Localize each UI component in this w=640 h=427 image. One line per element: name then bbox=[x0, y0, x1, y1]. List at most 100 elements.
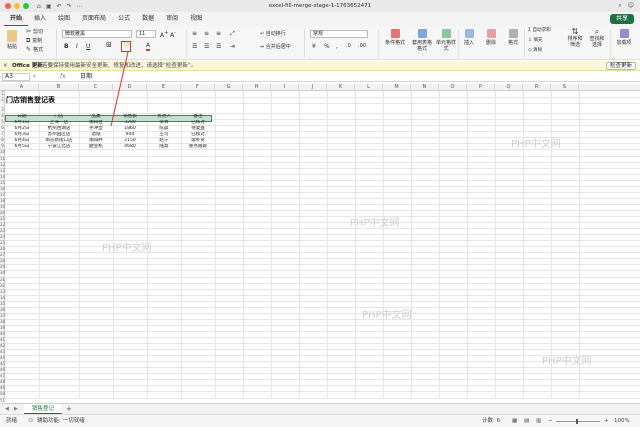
tab-2[interactable]: 绘图 bbox=[52, 12, 76, 26]
increase-decimal-icon[interactable]: .0 bbox=[346, 43, 351, 50]
prev-sheet-icon[interactable]: ◀ bbox=[5, 406, 9, 412]
percent-icon[interactable]: % bbox=[324, 43, 330, 50]
conditional-format-button[interactable]: 条件格式 bbox=[382, 29, 408, 46]
cancel-entry-icon[interactable]: ✕ bbox=[32, 73, 37, 80]
font-name-select[interactable]: 微软雅黑 bbox=[62, 30, 132, 38]
align-middle-icon[interactable]: ≡ bbox=[204, 30, 209, 37]
font-size-select[interactable]: 11 bbox=[136, 30, 156, 38]
table-cell[interactable]: 6月5日 bbox=[5, 144, 39, 150]
minimize-window-button[interactable] bbox=[14, 3, 20, 9]
align-top-icon[interactable]: ≡ bbox=[192, 30, 197, 37]
dismiss-notice-icon[interactable]: ✕ bbox=[3, 61, 8, 71]
column-header-C[interactable]: C bbox=[79, 84, 113, 91]
currency-icon[interactable]: ¥ bbox=[312, 43, 316, 50]
page-break-icon[interactable]: ▥ bbox=[536, 415, 541, 427]
column-header-O[interactable]: O bbox=[439, 84, 467, 91]
name-box[interactable]: A3 bbox=[2, 73, 30, 81]
column-header-R[interactable]: R bbox=[523, 84, 551, 91]
column-header-L[interactable]: L bbox=[355, 84, 383, 91]
delete-button[interactable]: 删除 bbox=[482, 29, 500, 46]
cell-grid[interactable]: 门店销售登记表 日期 门店 品类 销售额 负责人 备注 6月1日 上海一店 咖啡豆 3200 李青已… bbox=[5, 91, 640, 399]
zoom-slider[interactable] bbox=[556, 421, 600, 422]
table-cell[interactable]: 磨豆机 bbox=[79, 144, 113, 150]
next-sheet-icon[interactable]: ▶ bbox=[14, 406, 18, 412]
column-header-J[interactable]: J bbox=[299, 84, 327, 91]
insert-button[interactable]: 插入 bbox=[460, 29, 478, 46]
cell-styles-button[interactable]: 单元格样式 bbox=[436, 29, 456, 52]
home-icon[interactable]: ⌂ bbox=[37, 3, 41, 10]
column-header-P[interactable]: P bbox=[467, 84, 495, 91]
check-updates-button[interactable]: 检查更新 bbox=[605, 62, 636, 70]
column-header-B[interactable]: B bbox=[39, 84, 79, 91]
find-select-button[interactable]: ⌕ 查找和选择 bbox=[588, 28, 606, 49]
border-icon[interactable]: ⊞ bbox=[106, 42, 112, 49]
bold-button[interactable]: B bbox=[64, 43, 69, 50]
increase-font-icon[interactable]: A+ bbox=[160, 30, 168, 39]
save-icon[interactable]: ▣ bbox=[46, 3, 52, 10]
cut-button[interactable]: ✂ 剪切 bbox=[26, 28, 43, 36]
share-button[interactable]: 共享 bbox=[609, 14, 634, 24]
page-layout-icon[interactable]: ▤ bbox=[524, 415, 529, 427]
tab-7[interactable]: 视图 bbox=[184, 12, 208, 26]
table-cell[interactable]: 4680 bbox=[113, 144, 147, 150]
wrap-text-button[interactable]: ↵ 自动换行 bbox=[260, 31, 286, 38]
table-cell[interactable]: 宁波江北店 bbox=[39, 144, 79, 150]
orientation-icon[interactable]: ⤢ bbox=[230, 30, 235, 37]
column-header-Q[interactable]: Q bbox=[495, 84, 523, 91]
table-cell[interactable]: 重点跟踪 bbox=[181, 144, 215, 150]
underline-button[interactable]: U bbox=[86, 43, 90, 50]
tab-1[interactable]: 插入 bbox=[28, 12, 52, 26]
table-cell[interactable]: 陆高 bbox=[147, 144, 181, 150]
clear-button[interactable]: ◇ 清除 bbox=[528, 47, 542, 54]
column-header-I[interactable]: I bbox=[271, 84, 299, 91]
column-header-H[interactable]: H bbox=[243, 84, 271, 91]
tab-0[interactable]: 开始 bbox=[4, 12, 29, 26]
align-left-icon[interactable]: ☰ bbox=[192, 43, 197, 50]
align-center-icon[interactable]: ☰ bbox=[204, 43, 209, 50]
sheet-tab[interactable]: 销售登记 bbox=[24, 404, 63, 414]
tab-4[interactable]: 公式 bbox=[112, 12, 136, 26]
fx-label[interactable]: fx bbox=[60, 72, 66, 82]
account-icon[interactable]: ☺ bbox=[628, 2, 634, 10]
number-format-select[interactable]: 常规 bbox=[310, 30, 368, 38]
add-sheet-icon[interactable]: + bbox=[66, 405, 72, 413]
zoom-in-icon[interactable]: + bbox=[604, 415, 609, 427]
formula-input[interactable]: 日期 bbox=[80, 72, 92, 82]
column-header-A[interactable]: A bbox=[5, 84, 39, 91]
accessibility-icon[interactable]: ⚇ bbox=[28, 415, 33, 427]
tab-3[interactable]: 页面布局 bbox=[76, 12, 112, 26]
normal-view-icon[interactable]: ▦ bbox=[512, 415, 517, 427]
column-header-G[interactable]: G bbox=[215, 84, 243, 91]
column-header-N[interactable]: N bbox=[411, 84, 439, 91]
sort-filter-button[interactable]: ⇅ 排序和筛选 bbox=[566, 28, 584, 49]
maximize-window-button[interactable] bbox=[23, 3, 29, 9]
fill-button[interactable]: ⇩ 填充 bbox=[528, 37, 543, 44]
search-icon[interactable]: ⌕ bbox=[618, 2, 621, 10]
column-header-S[interactable]: S bbox=[551, 84, 579, 91]
format-button[interactable]: 格式 bbox=[504, 29, 522, 46]
font-color-icon[interactable]: A bbox=[146, 42, 151, 51]
close-window-button[interactable] bbox=[5, 3, 11, 9]
indent-icon[interactable]: ⇥ bbox=[230, 43, 235, 50]
paste-button[interactable]: 粘贴 bbox=[4, 30, 20, 50]
accessibility-status[interactable]: 辅助功能: 一切就绪 bbox=[37, 415, 85, 427]
align-right-icon[interactable]: ☰ bbox=[216, 43, 221, 50]
comma-icon[interactable]: , bbox=[336, 43, 338, 50]
undo-icon[interactable]: ↶ bbox=[56, 3, 61, 10]
format-as-table-button[interactable]: 套用表格格式 bbox=[410, 29, 434, 52]
merge-center-button[interactable]: ⇔ 合并后居中 bbox=[260, 44, 291, 51]
column-header-E[interactable]: E bbox=[147, 84, 181, 91]
zoom-out-icon[interactable]: − bbox=[548, 415, 553, 427]
decrease-decimal-icon[interactable]: .00 bbox=[358, 43, 366, 50]
redo-icon[interactable]: ↷ bbox=[67, 3, 72, 10]
more-icon[interactable]: ⋯ bbox=[77, 3, 83, 10]
format-painter-button[interactable]: ✎ 格式 bbox=[26, 46, 43, 54]
column-header-K[interactable]: K bbox=[327, 84, 355, 91]
tab-6[interactable]: 审阅 bbox=[160, 12, 184, 26]
zoom-slider-thumb[interactable] bbox=[576, 419, 578, 424]
copy-button[interactable]: ⧉ 复制 bbox=[26, 37, 42, 45]
italic-button[interactable]: I bbox=[76, 43, 78, 50]
decrease-font-icon[interactable]: A- bbox=[170, 30, 176, 39]
autosum-button[interactable]: Σ 自动求和 bbox=[528, 27, 551, 34]
align-bottom-icon[interactable]: ≡ bbox=[216, 30, 221, 37]
